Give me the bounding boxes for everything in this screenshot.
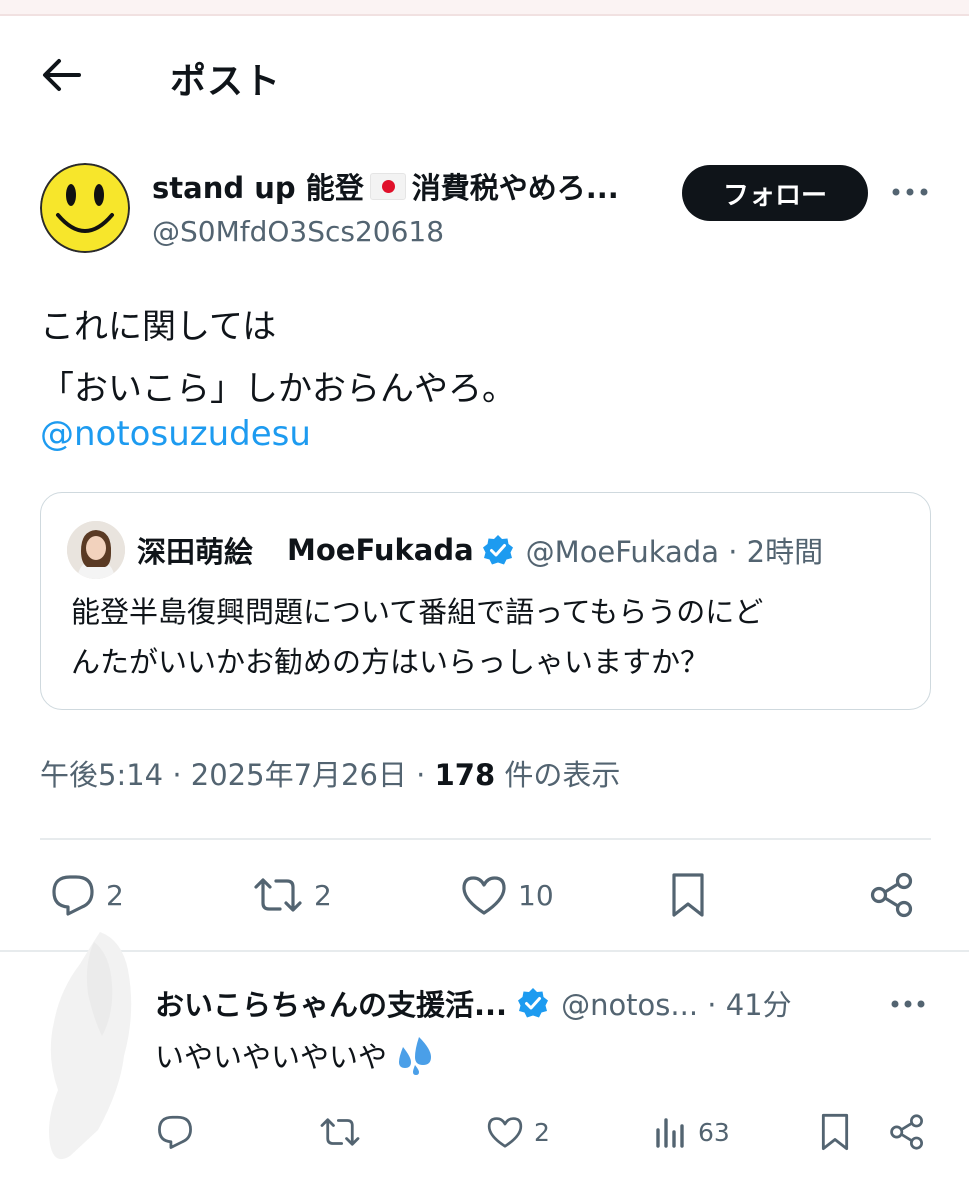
author-name-part1: stand up 能登 (152, 171, 364, 205)
page-title: ポスト (170, 61, 282, 102)
post-action-bar: 2 2 10 (0, 862, 969, 932)
reply-author-name[interactable]: おいこらちゃんの支援活... (155, 982, 507, 1024)
follow-button[interactable]: フォロー (682, 165, 868, 221)
view-count: 178 (434, 758, 496, 792)
reply-like-count: 2 (534, 1117, 550, 1147)
more-dots-icon (891, 1000, 925, 1008)
like-icon (486, 1114, 524, 1150)
post-timestamp[interactable]: 午後5:14 · 2025年7月26日 · (40, 758, 435, 792)
share-icon (888, 1113, 926, 1151)
quoted-post[interactable]: 深田萌絵 MoeFukada @MoeFukada · 2時間 能登半島復興問題… (40, 492, 931, 710)
top-status-strip (0, 0, 969, 16)
like-button[interactable]: 10 (460, 862, 554, 928)
repost-icon (318, 1114, 362, 1150)
quote-avatar[interactable] (67, 521, 125, 579)
bookmark-icon (668, 871, 708, 919)
reply-icon (50, 873, 96, 917)
quote-text-line: 能登半島復興問題について番組で語ってもらうのにど (71, 595, 764, 629)
author-handle[interactable]: @S0MfdO3Scs20618 (152, 215, 444, 248)
reply-text: いやいやいやいや (155, 1034, 435, 1076)
repost-count: 2 (314, 878, 332, 912)
repost-icon (252, 873, 304, 917)
like-icon (460, 873, 508, 917)
post-meta: 午後5:14 · 2025年7月26日 · 178 件の表示 (40, 752, 620, 794)
divider (40, 838, 931, 840)
reply-view-count: 63 (698, 1117, 730, 1147)
quote-handle-time: @MoeFukada · 2時間 (525, 535, 824, 569)
reply-icon (156, 1114, 194, 1150)
bookmark-icon (818, 1112, 852, 1152)
quote-author-name-latin: MoeFukada (287, 533, 474, 567)
quote-text-line: んたがいいかお勧めの方はいらっしゃいますか？ (71, 645, 710, 679)
reply-text-content: いやいやいやいや (155, 1040, 388, 1074)
views-icon (652, 1114, 688, 1150)
bookmark-button[interactable] (668, 862, 708, 928)
post-text: これに関しては 「おいこら」しかおらんやろ。 (40, 296, 516, 420)
back-arrow-icon (41, 58, 81, 92)
more-dots-icon (892, 188, 928, 196)
post-author: stand up 能登 消費税やめろ... @S0MfdO3Scs20618 フ… (40, 163, 930, 263)
quote-author-name: 深田萌絵 (137, 535, 254, 569)
share-icon (868, 871, 916, 919)
author-name-part2: 消費税やめろ... (411, 171, 619, 205)
view-count-label: 件の表示 (495, 758, 621, 792)
quote-header: 深田萌絵 MoeFukada @MoeFukada · 2時間 (137, 529, 823, 571)
reply-like-button[interactable]: 2 (486, 1108, 550, 1156)
divider (0, 950, 969, 952)
quote-text: 能登半島復興問題について番組で語ってもらうのにど んたがいいかお勧めの方はいらっ… (71, 587, 763, 687)
repost-button[interactable]: 2 (252, 862, 332, 928)
back-button[interactable] (34, 52, 88, 98)
reply-action-bar: 2 63 (0, 1108, 969, 1158)
verified-badge-icon (517, 987, 549, 1019)
reply-more-options-button[interactable] (888, 992, 928, 1016)
reply-button[interactable]: 2 (50, 862, 124, 928)
like-count: 10 (518, 878, 554, 912)
reply-repost-button[interactable] (318, 1108, 362, 1156)
mention-link[interactable]: @notosuzudesu (40, 414, 311, 454)
more-options-button[interactable] (890, 177, 930, 207)
reply-bookmark-button[interactable] (818, 1108, 852, 1156)
smiley-avatar-icon (40, 163, 130, 253)
share-button[interactable] (868, 862, 916, 928)
page-header: ポスト (0, 30, 969, 120)
japan-flag-icon (369, 172, 406, 200)
reply-reply-button[interactable] (156, 1108, 194, 1156)
verified-badge-icon (482, 534, 514, 566)
post-text-line: これに関しては (40, 307, 277, 347)
sweat-drops-icon (391, 1035, 435, 1075)
author-name[interactable]: stand up 能登 消費税やめろ... (152, 165, 619, 207)
reply-views-button[interactable]: 63 (652, 1108, 730, 1156)
reply-share-button[interactable] (888, 1108, 926, 1156)
reply-count: 2 (106, 878, 124, 912)
avatar[interactable] (40, 163, 130, 253)
reply-handle-time: @notos... · 41分 (561, 988, 792, 1022)
post-text-line: 「おいこら」しかおらんやろ。 (40, 369, 516, 409)
reply-header: おいこらちゃんの支援活... @notos... · 41分 (155, 982, 792, 1024)
